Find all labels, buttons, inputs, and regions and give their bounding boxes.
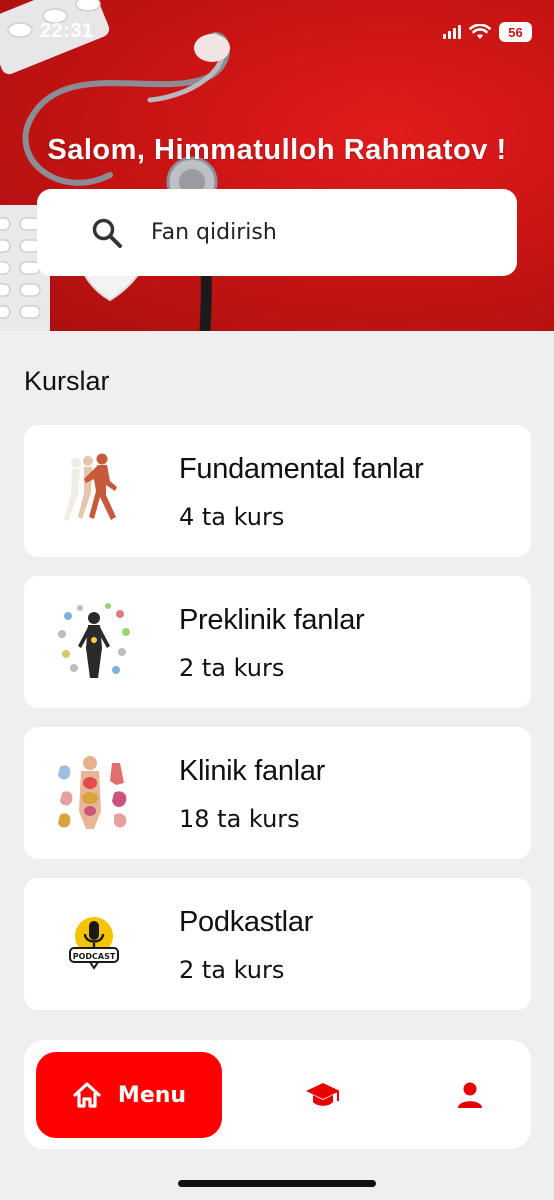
battery-icon: 56 [499, 22, 532, 42]
course-count: 18 ta kurs [179, 805, 300, 833]
course-title: Podkastlar [179, 906, 314, 938]
bottom-navigation: Menu [24, 1040, 531, 1149]
nav-menu-button[interactable]: Menu [36, 1052, 222, 1138]
status-icons: 56 [443, 22, 532, 42]
course-title: Preklinik fanlar [179, 604, 365, 636]
body-systems-image [58, 603, 130, 678]
home-indicator [178, 1180, 376, 1187]
nav-menu-label: Menu [117, 1082, 187, 1108]
home-icon [73, 1082, 101, 1108]
organs-image [58, 756, 127, 829]
section-title: Kurslar [24, 366, 110, 396]
wifi-icon [469, 24, 491, 39]
course-count: 4 ta kurs [179, 503, 285, 531]
nav-courses-button[interactable] [298, 1070, 348, 1120]
status-time: 22:31 [40, 20, 94, 42]
course-card-fundamental[interactable]: Fundamental fanlar 4 ta kurs [24, 425, 531, 557]
user-icon [458, 1082, 482, 1108]
search-input[interactable] [151, 214, 491, 250]
nav-profile-button[interactable] [445, 1070, 495, 1120]
course-count: 2 ta kurs [179, 956, 285, 984]
course-card-preclinical[interactable]: Preklinik fanlar 2 ta kurs [24, 576, 531, 708]
running-anatomy-image [64, 453, 117, 521]
course-card-podcasts[interactable]: PODCAST Podkastlar 2 ta kurs [24, 878, 531, 1010]
course-title: Fundamental fanlar [179, 453, 424, 485]
podcast-logo-text: PODCAST [73, 952, 116, 961]
graduation-cap-icon [306, 1083, 340, 1106]
greeting-title: Salom, Himmatulloh Rahmatov ! [47, 134, 507, 166]
status-bar: 22:31 56 [0, 0, 554, 66]
course-card-clinical[interactable]: Klinik fanlar 18 ta kurs [24, 727, 531, 859]
search-icon [92, 218, 122, 248]
search-bar[interactable] [37, 189, 517, 276]
course-title: Klinik fanlar [179, 755, 325, 787]
cellular-signal-icon [443, 25, 461, 39]
course-count: 2 ta kurs [179, 654, 285, 682]
podcast-logo-image: PODCAST [69, 917, 119, 970]
